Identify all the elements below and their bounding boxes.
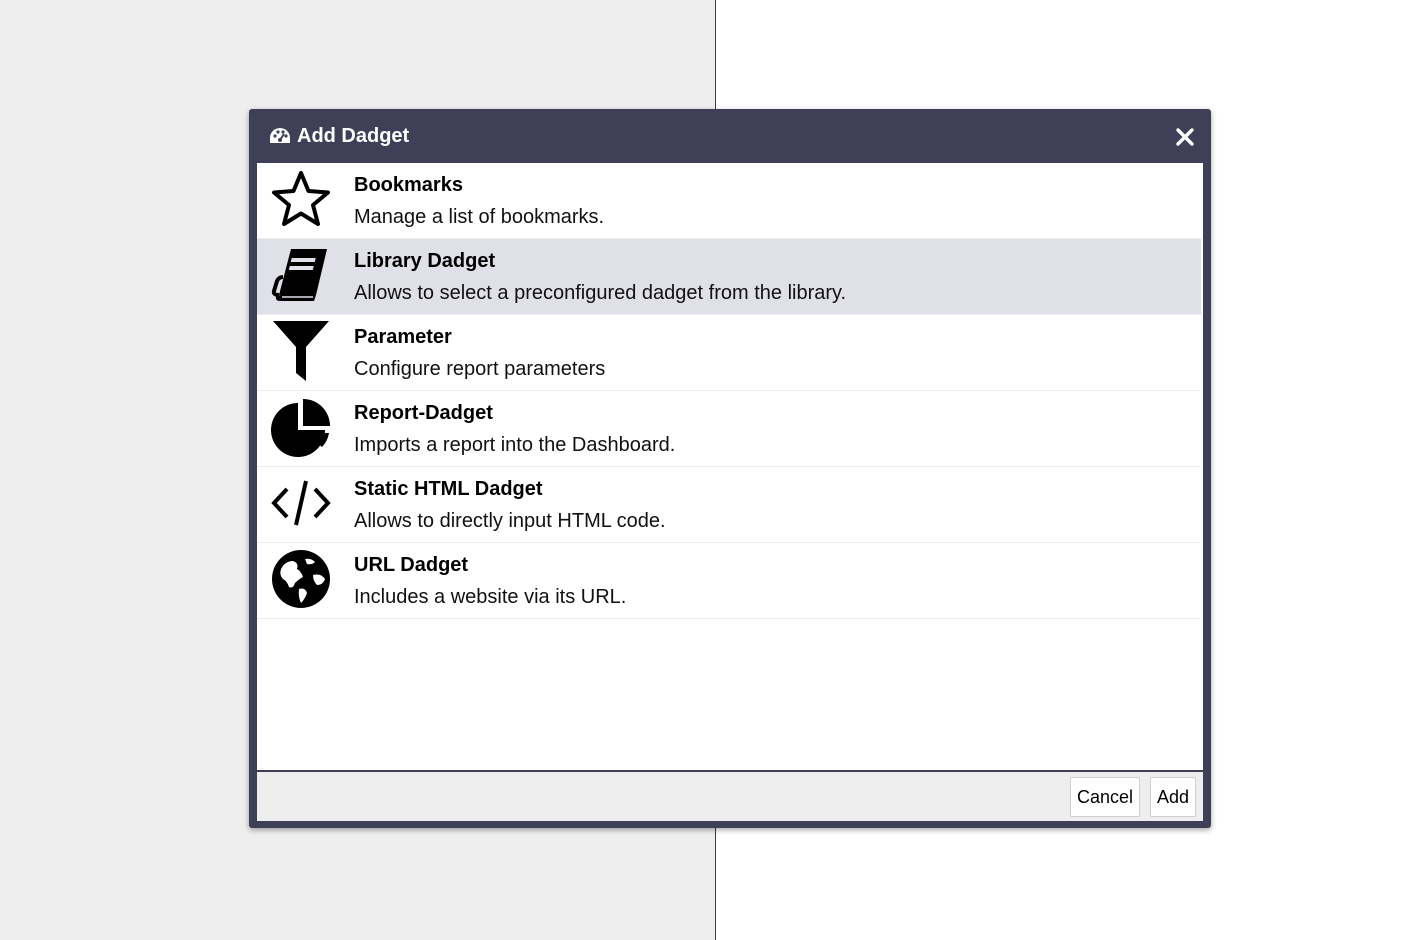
filter-icon bbox=[273, 321, 329, 381]
list-item-bookmarks[interactable]: Bookmarks Manage a list of bookmarks. bbox=[257, 163, 1201, 239]
list-item-url-dadget[interactable]: URL Dadget Includes a website via its UR… bbox=[257, 543, 1201, 619]
list-item-report-dadget[interactable]: Report-Dadget Imports a report into the … bbox=[257, 391, 1201, 467]
dialog-footer: Cancel Add bbox=[257, 770, 1203, 821]
list-item-parameter[interactable]: Parameter Configure report parameters bbox=[257, 315, 1201, 391]
globe-icon bbox=[272, 550, 330, 608]
item-title: URL Dadget bbox=[354, 554, 469, 576]
list-item-library-dadget[interactable]: Library Dadget Allows to select a precon… bbox=[257, 239, 1201, 315]
list-item-static-html-dadget[interactable]: Static HTML Dadget Allows to directly in… bbox=[257, 467, 1201, 543]
tachometer-icon bbox=[270, 128, 290, 143]
item-description: Imports a report into the Dashboard. bbox=[354, 434, 676, 456]
item-title: Static HTML Dadget bbox=[354, 478, 543, 500]
close-icon[interactable] bbox=[1173, 125, 1197, 149]
add-button[interactable]: Add bbox=[1150, 777, 1196, 817]
dadget-list: Bookmarks Manage a list of bookmarks. Li… bbox=[257, 163, 1203, 771]
book-icon bbox=[271, 249, 327, 301]
star-icon bbox=[272, 171, 330, 226]
dialog-titlebar: Add Dadget bbox=[249, 109, 1211, 163]
item-description: Configure report parameters bbox=[354, 358, 606, 380]
item-description: Manage a list of bookmarks. bbox=[354, 206, 605, 228]
code-icon bbox=[271, 480, 331, 526]
pie-chart-icon bbox=[271, 399, 330, 457]
item-description: Allows to select a preconfigured dadget … bbox=[354, 282, 847, 304]
item-description: Includes a website via its URL. bbox=[354, 586, 627, 608]
add-dadget-dialog: Add Dadget Bookmarks Manage a list of bo… bbox=[249, 109, 1211, 828]
item-title: Bookmarks bbox=[354, 174, 463, 196]
item-title: Library Dadget bbox=[354, 250, 496, 272]
cancel-button[interactable]: Cancel bbox=[1070, 777, 1140, 817]
item-description: Allows to directly input HTML code. bbox=[354, 510, 666, 532]
dialog-title: Add Dadget bbox=[297, 125, 410, 147]
item-title: Report-Dadget bbox=[354, 402, 493, 424]
item-title: Parameter bbox=[354, 326, 452, 348]
